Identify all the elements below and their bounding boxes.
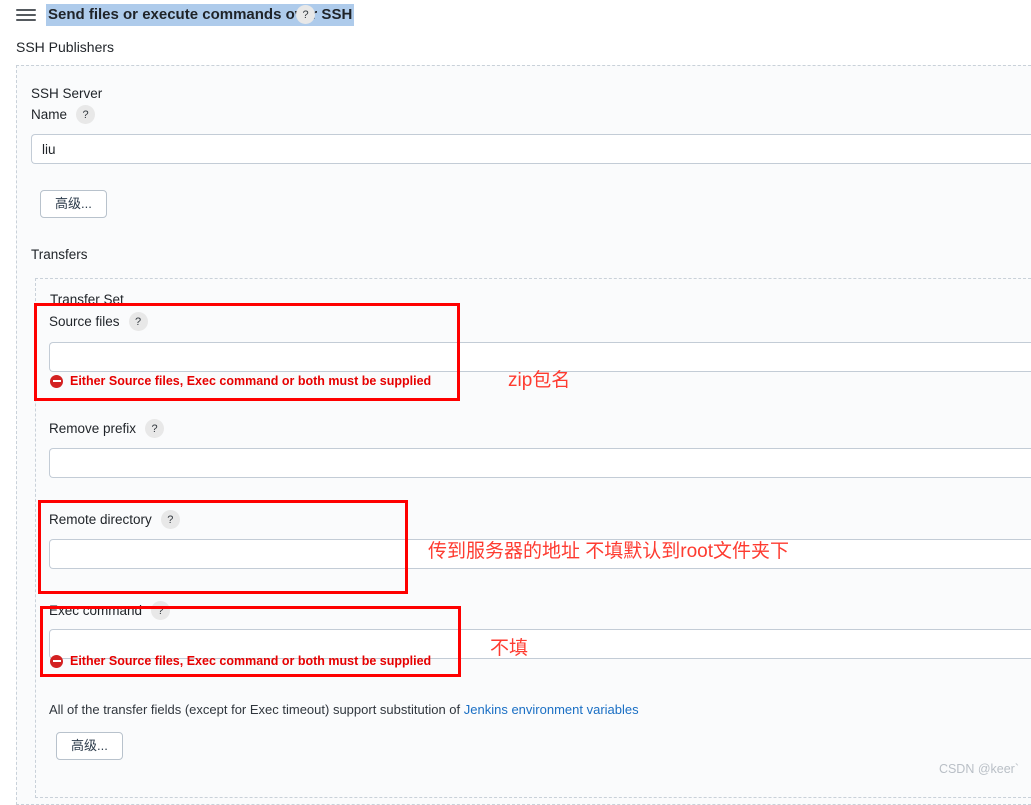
ssh-server-name-label: Name ? <box>31 105 95 124</box>
error-icon <box>50 375 63 388</box>
help-icon[interactable]: ? <box>129 312 148 331</box>
remove-prefix-label: Remove prefix ? <box>49 419 164 438</box>
help-icon[interactable]: ? <box>145 419 164 438</box>
ssh-server-group-label: SSH Server <box>31 86 102 101</box>
source-files-label: Source files ? <box>49 312 148 331</box>
annotation-zip-name: zip包名 <box>508 365 570 392</box>
annotation-remote-directory: 传到服务器的地址 不填默认到root文件夹下 <box>428 536 789 563</box>
help-icon[interactable]: ? <box>161 510 180 529</box>
remote-directory-label: Remote directory ? <box>49 510 180 529</box>
help-icon[interactable]: ? <box>151 601 170 620</box>
hamburger-line <box>16 9 36 11</box>
remove-prefix-input[interactable] <box>49 448 1031 478</box>
hamburger-line <box>16 14 36 16</box>
error-icon <box>50 655 63 668</box>
transfer-set-advanced-button[interactable]: 高级... <box>56 732 123 760</box>
help-icon[interactable]: ? <box>76 105 95 124</box>
hamburger-icon[interactable] <box>16 7 36 23</box>
help-icon[interactable]: ? <box>296 5 315 24</box>
ssh-server-name-input[interactable] <box>31 134 1031 164</box>
transfer-fields-note: All of the transfer fields (except for E… <box>49 702 639 717</box>
transfers-heading: Transfers <box>31 247 88 262</box>
top-bar: Send files or execute commands over SSH … <box>0 0 1031 32</box>
jenkins-env-variables-link[interactable]: Jenkins environment variables <box>464 702 639 717</box>
exec-command-label: Exec command ? <box>49 601 170 620</box>
watermark: CSDN @keer` <box>939 762 1019 776</box>
transfer-set-legend: Transfer Set <box>47 292 127 307</box>
source-files-error: Either Source files, Exec command or bot… <box>50 374 431 388</box>
ssh-publishers-heading: SSH Publishers <box>16 39 114 55</box>
annotation-exec-command: 不填 <box>490 633 528 660</box>
exec-command-error: Either Source files, Exec command or bot… <box>50 654 431 668</box>
hamburger-line <box>16 19 36 21</box>
ssh-server-advanced-button[interactable]: 高级... <box>40 190 107 218</box>
